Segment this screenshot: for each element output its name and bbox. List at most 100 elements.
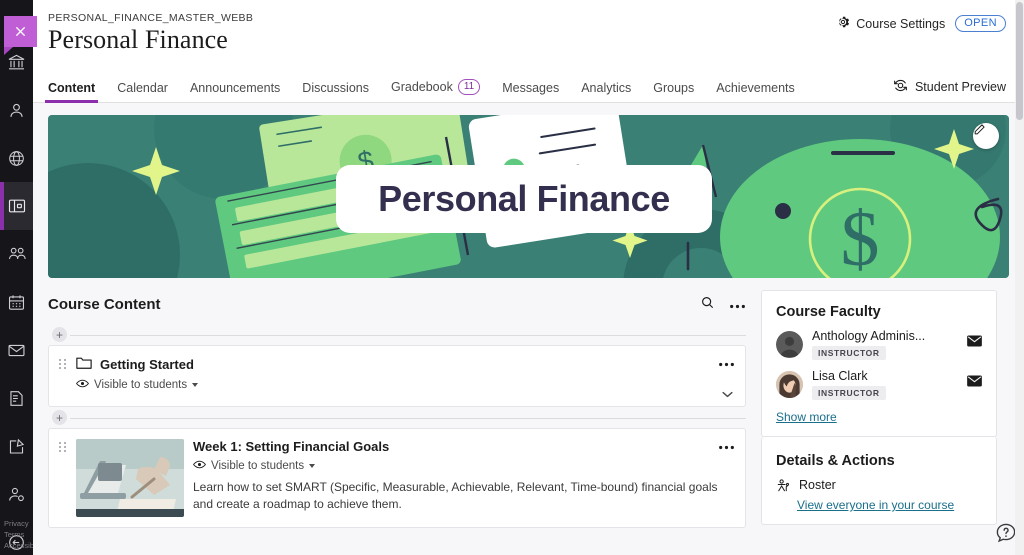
faculty-name: Lisa Clark (812, 369, 886, 383)
tab-groups[interactable]: Groups (653, 81, 694, 102)
tab-announcements[interactable]: Announcements (190, 81, 280, 102)
content-item-title: Week 1: Setting Financial Goals (193, 439, 733, 454)
person-gear-icon (7, 485, 26, 504)
rail-footer-links[interactable]: Privacy Terms Accessibility (0, 518, 33, 551)
help-question-icon (995, 532, 1017, 547)
content-item-more-button-2[interactable] (718, 438, 735, 453)
tab-label: Calendar (117, 81, 168, 95)
content-item-week-1[interactable]: Week 1: Setting Financial Goals Visible … (48, 428, 746, 528)
tab-label: Analytics (581, 81, 631, 95)
tab-label: Discussions (302, 81, 369, 95)
content-item-row: Week 1: Setting Financial Goals Visible … (59, 439, 733, 517)
tab-label: Gradebook (391, 80, 453, 94)
envelope-icon (967, 375, 982, 390)
tab-content[interactable]: Content (48, 81, 95, 102)
globe-icon (7, 149, 26, 168)
course-settings-button[interactable]: Course Settings (836, 15, 945, 32)
grades-icon (7, 389, 26, 408)
rail-item-grades[interactable] (0, 374, 33, 422)
course-settings-label: Course Settings (856, 17, 945, 31)
tab-label: Messages (502, 81, 559, 95)
message-faculty-button-2[interactable] (967, 375, 982, 390)
gear-icon (836, 15, 850, 32)
folder-icon (76, 356, 92, 373)
banner-title: Personal Finance (378, 178, 670, 220)
course-content-column: Course Content (33, 278, 761, 528)
tab-discussions[interactable]: Discussions (302, 81, 369, 102)
tab-gradebook[interactable]: Gradebook 11 (391, 79, 480, 102)
global-navigation-rail: Privacy Terms Accessibility (0, 0, 33, 555)
close-icon[interactable] (4, 16, 37, 47)
drag-handle[interactable] (59, 439, 67, 452)
avatar (776, 371, 803, 398)
tab-label: Groups (653, 81, 694, 95)
detail-label: Roster (799, 478, 836, 492)
course-header: PERSONAL_FINANCE_MASTER_WEBB Personal Fi… (33, 0, 1024, 72)
add-content-button-2[interactable]: + (52, 410, 67, 425)
envelope-icon (7, 341, 26, 360)
visibility-selector[interactable]: Visible to students (76, 378, 733, 392)
tab-label: Announcements (190, 81, 280, 95)
tab-calendar[interactable]: Calendar (117, 81, 168, 102)
close-course-button[interactable] (4, 16, 37, 52)
rail-item-messages[interactable] (0, 326, 33, 374)
person-icon (7, 101, 26, 120)
content-item-expand-chevron[interactable] (722, 386, 733, 401)
svg-text:$: $ (841, 195, 880, 278)
rail-item-profile[interactable] (0, 86, 33, 134)
content-item-more-button[interactable] (718, 355, 735, 370)
course-faculty-title: Course Faculty (776, 304, 982, 320)
content-item-getting-started[interactable]: Getting Started Visible to students (48, 345, 746, 407)
faculty-name: Anthology Adminis... (812, 329, 925, 343)
add-content-row-2[interactable]: + (48, 407, 746, 428)
roster-icon (776, 478, 791, 496)
content-item-thumbnail (76, 439, 184, 517)
tab-achievements[interactable]: Achievements (716, 81, 795, 102)
message-faculty-button-1[interactable] (967, 335, 982, 350)
terms-link[interactable]: Terms (4, 529, 33, 540)
envelope-icon (967, 335, 982, 350)
help-button[interactable] (995, 522, 1017, 547)
section-tools (700, 295, 746, 313)
search-icon[interactable] (700, 295, 715, 313)
rail-item-tools[interactable] (0, 422, 33, 470)
rail-item-activity-stream[interactable] (0, 134, 33, 182)
courses-icon (7, 196, 27, 216)
add-content-button[interactable]: + (52, 327, 67, 342)
rail-item-calendar[interactable] (0, 278, 33, 326)
gradebook-count-badge: 11 (458, 79, 480, 95)
course-tabs: Content Calendar Announcements Discussio… (33, 72, 1024, 103)
rail-item-courses[interactable] (0, 182, 33, 230)
people-icon (7, 244, 27, 264)
close-pin-tail (4, 47, 13, 55)
drag-handle[interactable] (59, 356, 67, 369)
chevron-down-icon (192, 383, 198, 387)
scrollbar-thumb[interactable] (1016, 2, 1023, 120)
accessibility-link[interactable]: Accessibility (4, 540, 33, 551)
visibility-selector[interactable]: Visible to students (193, 459, 733, 473)
roster-link[interactable]: View everyone in your course (797, 498, 982, 512)
student-preview-button[interactable]: Student Preview (892, 78, 1006, 96)
edit-banner-button[interactable] (973, 123, 999, 149)
privacy-link[interactable]: Privacy (4, 518, 33, 529)
faculty-role-badge: INSTRUCTOR (812, 386, 886, 400)
faculty-member-1[interactable]: Anthology Adminis... INSTRUCTOR (776, 329, 982, 360)
faculty-member-2[interactable]: Lisa Clark INSTRUCTOR (776, 369, 982, 400)
page-scrollbar[interactable] (1015, 0, 1024, 555)
more-horizontal-icon[interactable] (729, 297, 746, 312)
rail-item-admin[interactable] (0, 470, 33, 518)
rail-item-organizations[interactable] (0, 230, 33, 278)
content-item-row: Getting Started Visible to students (59, 356, 733, 392)
faculty-role-badge: INSTRUCTOR (812, 346, 886, 360)
tab-label: Content (48, 81, 95, 95)
show-more-faculty-link[interactable]: Show more (776, 410, 837, 424)
section-title: Course Content (48, 296, 161, 313)
add-content-row[interactable]: + (48, 324, 746, 345)
content-item-description: Learn how to set SMART (Specific, Measur… (193, 479, 723, 513)
tab-analytics[interactable]: Analytics (581, 81, 631, 102)
course-content-header: Course Content (48, 292, 746, 316)
tools-icon (7, 437, 26, 456)
status-badge[interactable]: OPEN (955, 15, 1006, 32)
tab-messages[interactable]: Messages (502, 81, 559, 102)
chevron-down-icon (309, 464, 315, 468)
